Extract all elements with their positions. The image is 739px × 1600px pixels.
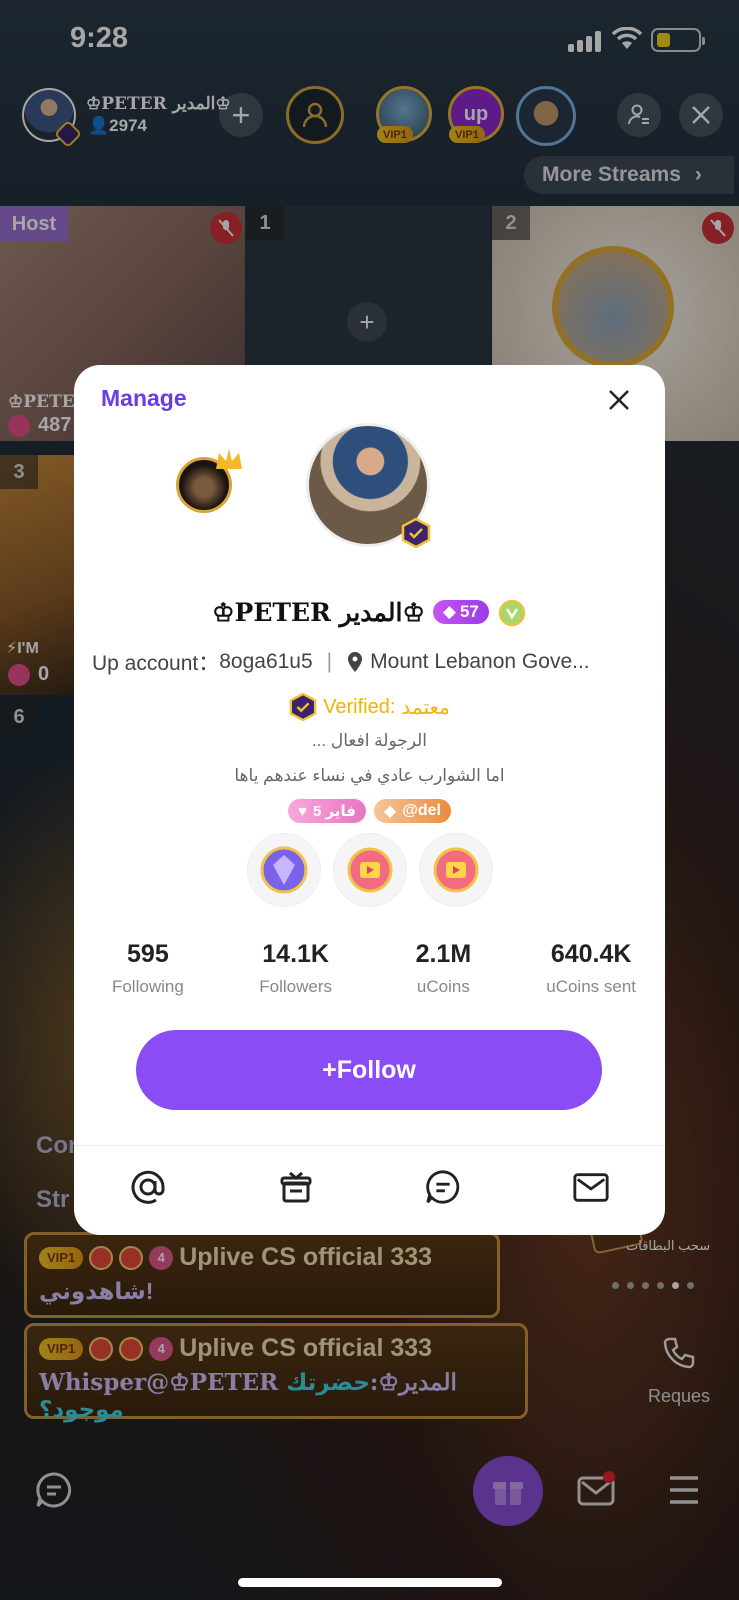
profile-tags: ♥ فاير 5 ◆ @del: [74, 799, 665, 823]
divider: [74, 1145, 665, 1146]
close-icon[interactable]: [602, 383, 636, 417]
purple-gem-medal-icon: [260, 846, 307, 894]
chat-bubble-icon: [426, 1170, 460, 1204]
vip-shield-icon: [498, 599, 526, 627]
stat-followers[interactable]: 14.1K Followers: [222, 940, 370, 997]
medal-list: [74, 833, 665, 907]
stat-ucoins[interactable]: 2.1M uCoins: [370, 940, 518, 997]
agency-tag[interactable]: ◆ @del: [373, 799, 451, 823]
account-id[interactable]: 8oga61u5: [219, 650, 312, 674]
diamond-icon: ◆: [383, 803, 397, 820]
stat-ucoins-sent[interactable]: 640.4K uCoins sent: [517, 940, 665, 997]
profile-name: ♔PETER المدير♔: [212, 597, 425, 627]
message-button[interactable]: [421, 1165, 465, 1209]
follow-button[interactable]: +Follow: [136, 1030, 602, 1110]
gift-icon: [280, 1171, 312, 1203]
profile-stats: 595 Following 14.1K Followers 2.1M uCoins 6…: [74, 940, 665, 997]
at-icon: [131, 1170, 165, 1204]
verified-badge-icon: [401, 518, 431, 548]
profile-avatar[interactable]: [306, 423, 431, 548]
mention-button[interactable]: [126, 1165, 170, 1209]
location-pin-icon: [348, 652, 363, 672]
bio-line: اما الشوارب عادي في نساء عندهم ياها: [234, 766, 505, 785]
inbox-button[interactable]: [569, 1165, 613, 1209]
verified-label: Verified:: [323, 695, 396, 718]
profile-card: Manage ♔PETER المدير♔ ◆ 57 Up account： 8o…: [74, 365, 665, 1235]
home-indicator[interactable]: [238, 1578, 502, 1587]
bio-line: الرجولة افعال ...: [311, 731, 428, 750]
gift-button[interactable]: [274, 1165, 318, 1209]
level-badge: ◆ 57: [432, 600, 489, 624]
medal-badge[interactable]: [246, 833, 321, 907]
account-row: Up account： 8oga61u5 | Mount Lebanon Gov…: [92, 647, 652, 677]
play-medal-icon: [347, 847, 392, 893]
profile-name-row: ♔PETER المدير♔ ◆ 57: [74, 597, 665, 627]
play-medal-icon: [433, 847, 478, 893]
mail-icon: [573, 1173, 609, 1202]
medal-badge[interactable]: [332, 833, 407, 907]
verified-row: Verified: معتمد: [74, 693, 665, 721]
crown-frame-icon: [176, 447, 246, 513]
heart-icon: ♥: [298, 802, 307, 820]
verified-badge-icon: [289, 693, 317, 721]
stat-following[interactable]: 595 Following: [74, 940, 222, 997]
diamond-icon: ◆: [442, 602, 456, 621]
verified-value: معتمد: [401, 696, 450, 719]
fan-group-tag[interactable]: ♥ فاير 5: [288, 799, 366, 823]
manage-button[interactable]: Manage: [101, 385, 187, 412]
location-text: Mount Lebanon Gove...: [370, 650, 590, 673]
medal-badge[interactable]: [418, 833, 493, 907]
account-label: Up account：: [92, 652, 220, 675]
profile-actions: [74, 1165, 665, 1209]
